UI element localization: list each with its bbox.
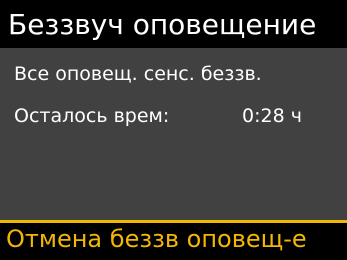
screen-title: Беззвуч оповещение — [8, 8, 317, 41]
status-text: Все оповещ. сенс. беззв. — [14, 63, 262, 85]
remaining-time-value: 0:28 ч — [242, 105, 302, 127]
cancel-silence-button[interactable]: Отмена беззв оповещ-е — [0, 220, 347, 260]
cancel-silence-label: Отмена беззв оповещ-е — [6, 225, 307, 253]
title-bar: Беззвуч оповещение — [0, 0, 347, 48]
selection-highlight-line — [0, 220, 347, 223]
content-area: Все оповещ. сенс. беззв. Осталось врем: … — [0, 48, 347, 220]
device-screen: Беззвуч оповещение Все оповещ. сенс. без… — [0, 0, 347, 260]
remaining-time-label: Осталось врем: — [14, 105, 170, 127]
